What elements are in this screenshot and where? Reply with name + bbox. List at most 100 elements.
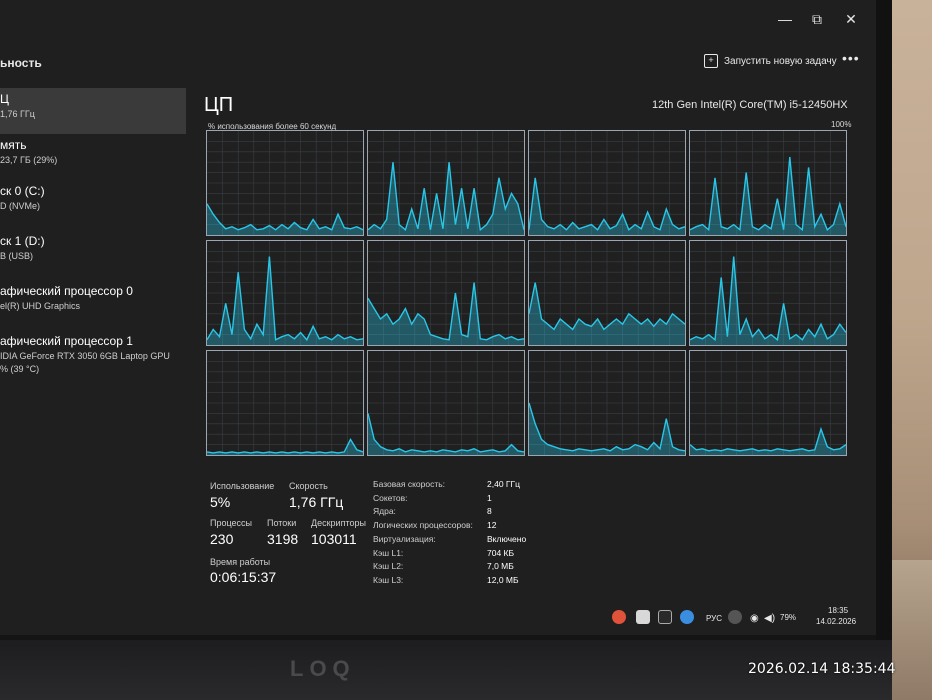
minimize-button[interactable]: — (774, 8, 796, 30)
detail-label: Базовая скорость: (373, 479, 446, 489)
sidebar-item-label: Ц (0, 92, 9, 106)
handles-label: Дескрипторы (311, 518, 366, 528)
more-options-button[interactable]: ••• (842, 50, 860, 66)
system-tray: РУС ◉ ◀) 79% 18:35 14.02.2026 (604, 604, 876, 632)
uptime-value: 0:06:15:37 (210, 569, 277, 585)
sidebar-item-sub-temp: % (39 °C) (0, 364, 40, 374)
clock-time[interactable]: 18:35 (828, 606, 848, 615)
core-graph-svg (690, 241, 846, 345)
detail-value: Включено (487, 534, 527, 544)
detail-value: 7,0 МБ (487, 561, 514, 571)
core-graph (528, 350, 686, 456)
restore-button[interactable]: ⧉ (806, 8, 828, 30)
core-graph-svg (529, 241, 685, 345)
graph-max-label: 100% (831, 120, 852, 129)
photo-timestamp: 2026.02.14 18:35:44 (748, 661, 896, 677)
cpu-title: ЦП (204, 94, 234, 116)
detail-value: 2,40 ГГц (487, 479, 520, 489)
sidebar-item-label: афический процессор 0 (0, 284, 133, 298)
core-graph-svg (207, 241, 363, 345)
window-tray-icon[interactable] (658, 610, 672, 624)
core-graph (206, 130, 364, 236)
core-graph (367, 350, 525, 456)
sidebar-item-sub: el(R) UHD Graphics (0, 301, 81, 311)
core-graph-svg (368, 351, 524, 455)
sidebar-item-label: ск 1 (D:) (0, 234, 45, 248)
page-title: ьность (0, 56, 42, 70)
speed-value: 1,76 ГГц (289, 494, 344, 510)
core-graph (689, 130, 847, 236)
core-graph (367, 240, 525, 346)
sidebar-item-gpu0[interactable]: афический процессор 0 el(R) UHD Graphics (0, 284, 186, 311)
sidebar-item-sub: D (NVMe) (0, 201, 40, 211)
detail-label: Ядра: (373, 506, 396, 516)
sidebar-item-disk1[interactable]: ск 1 (D:) B (USB) (0, 234, 186, 261)
core-graph (689, 240, 847, 346)
core-graph-svg (368, 241, 524, 345)
detail-label: Виртуализация: (373, 534, 436, 544)
processes-value: 230 (210, 531, 234, 547)
core-graph (206, 240, 364, 346)
detail-label: Кэш L3: (373, 575, 404, 585)
handles-value: 103011 (311, 531, 357, 547)
cpu-model: 12th Gen Intel(R) Core(TM) i5-12450HX (652, 99, 848, 111)
monitor-brand-logo: LOQ (290, 656, 356, 681)
app-tray-icon[interactable] (612, 610, 626, 624)
detail-value: 12,0 МБ (487, 575, 519, 585)
battery-level[interactable]: 79% (780, 613, 796, 622)
core-graph-svg (529, 351, 685, 455)
sidebar-item-sub: 23,7 ГБ (29%) (0, 155, 58, 165)
sidebar-item-label: мять (0, 138, 27, 152)
core-graph-svg (368, 131, 524, 235)
detail-value: 8 (487, 506, 492, 516)
clock-date[interactable]: 14.02.2026 (816, 617, 856, 626)
detail-value: 1 (487, 493, 492, 503)
sidebar-item-label: ск 0 (C:) (0, 184, 45, 198)
core-graph (206, 350, 364, 456)
sidebar-item-sub: 1,76 ГГц (0, 109, 35, 119)
core-graph-svg (207, 351, 363, 455)
uptime-label: Время работы (210, 557, 271, 567)
language-indicator[interactable]: РУС (706, 614, 722, 623)
notes-tray-icon[interactable] (636, 610, 650, 624)
sidebar-item-gpu1[interactable]: афический процессор 1 IDIA GeForce RTX 3… (0, 334, 186, 374)
detail-label: Сокетов: (373, 493, 408, 503)
core-graph-svg (690, 131, 846, 235)
core-graph-svg (529, 131, 685, 235)
sidebar-item-sub: IDIA GeForce RTX 3050 6GB Laptop GPU (0, 351, 170, 361)
performance-sidebar: Ц 1,76 ГГц мять 23,7 ГБ (29%) ск 0 (C:) … (0, 86, 186, 416)
detail-label: Логических процессоров: (373, 520, 473, 530)
volume-icon[interactable]: ◀) (764, 613, 775, 624)
core-graph-svg (207, 131, 363, 235)
detail-label: Кэш L2: (373, 561, 404, 571)
utilization-value: 5% (210, 494, 231, 510)
new-task-icon: + (704, 54, 718, 68)
detail-value: 12 (487, 520, 497, 530)
new-task-label: Запустить новую задачу (724, 55, 837, 67)
title-bar: — ⧉ ✕ (0, 0, 876, 40)
utilization-label: Использование (210, 481, 275, 491)
globe-icon[interactable] (728, 610, 742, 624)
close-button[interactable]: ✕ (840, 8, 862, 30)
network-tray-icon[interactable] (680, 610, 694, 624)
sidebar-item-label: афический процессор 1 (0, 334, 133, 348)
core-graph (689, 350, 847, 456)
threads-label: Потоки (267, 518, 297, 528)
processes-label: Процессы (210, 518, 253, 528)
core-graph (528, 240, 686, 346)
sidebar-item-memory[interactable]: мять 23,7 ГБ (29%) (0, 138, 186, 165)
detail-label: Кэш L1: (373, 548, 404, 558)
sidebar-item-cpu[interactable]: Ц 1,76 ГГц (0, 88, 186, 134)
core-graph (367, 130, 525, 236)
task-manager-window: — ⧉ ✕ ьность + Запустить новую задачу ••… (0, 0, 876, 635)
threads-value: 3198 (267, 531, 299, 547)
sidebar-item-disk0[interactable]: ск 0 (C:) D (NVMe) (0, 184, 186, 211)
core-graph (528, 130, 686, 236)
wifi-icon[interactable]: ◉ (750, 613, 759, 624)
core-graphs-grid (206, 130, 852, 458)
sidebar-item-sub: B (USB) (0, 251, 34, 261)
speed-label: Скорость (289, 481, 328, 491)
core-graph-svg (690, 351, 846, 455)
detail-value: 704 КБ (487, 548, 515, 558)
new-task-button[interactable]: + Запустить новую задачу (704, 50, 837, 72)
